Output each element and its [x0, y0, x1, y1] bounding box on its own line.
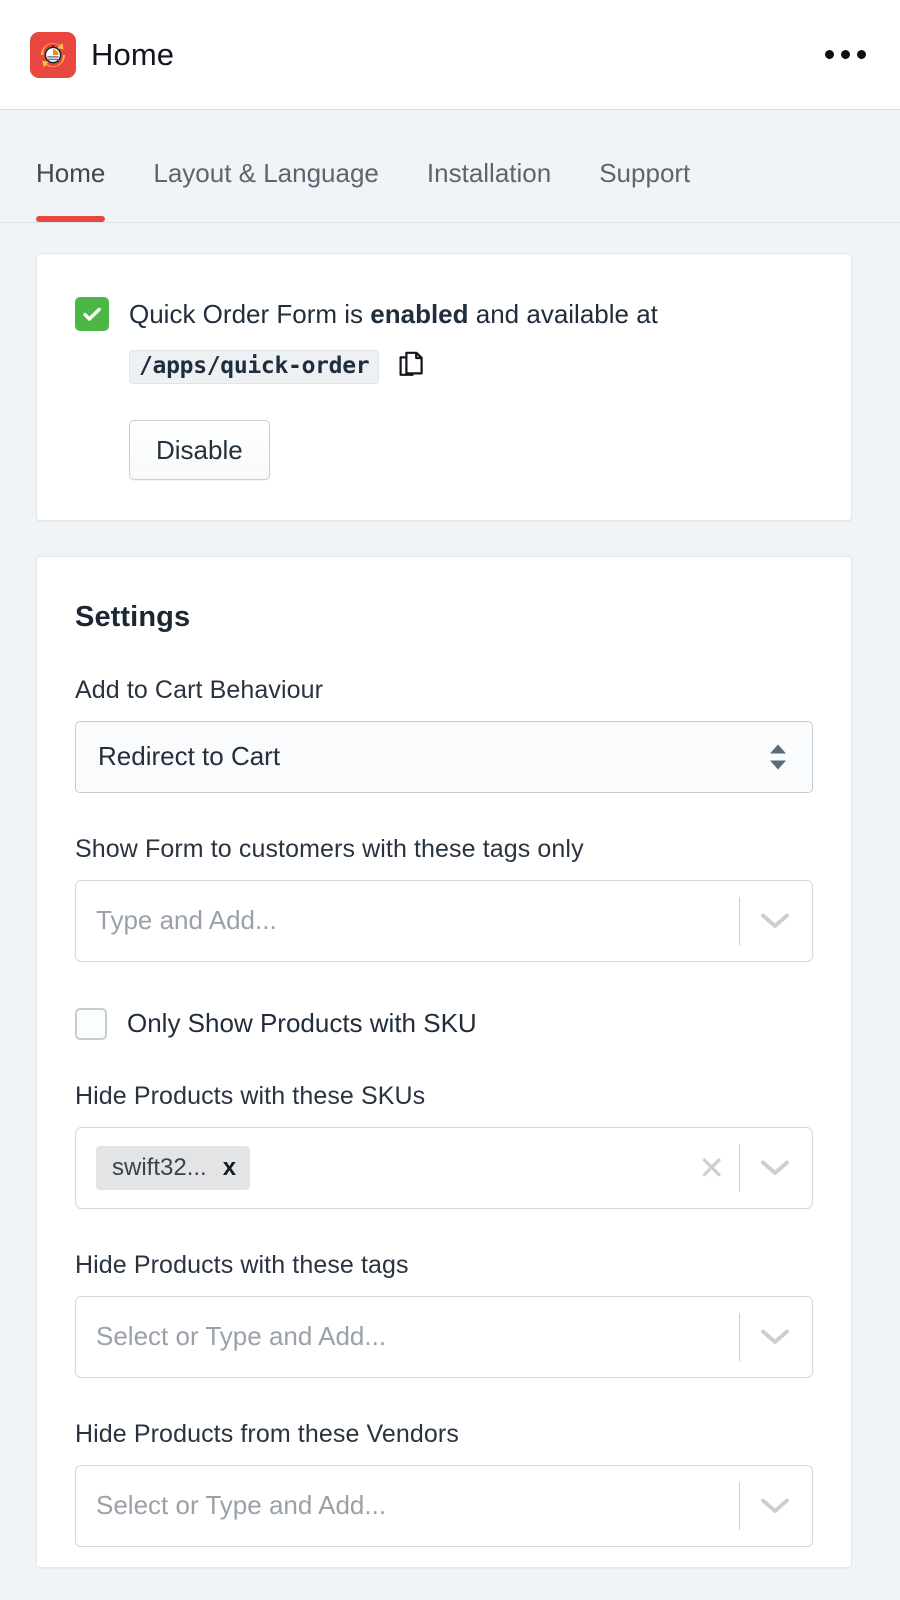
only-show-products-with-sku-row[interactable]: Only Show Products with SKU — [75, 1007, 813, 1040]
tag-indicators: ✕ — [684, 1128, 812, 1208]
tag-chip[interactable]: swift32... x — [96, 1145, 251, 1190]
triangle-down-icon — [770, 760, 786, 770]
tag-placeholder: Select or Type and Add... — [96, 1490, 387, 1521]
kebab-menu-icon[interactable] — [819, 42, 872, 67]
tab-layout-language[interactable]: Layout & Language — [129, 160, 403, 222]
hide-tags-select[interactable]: Select or Type and Add... — [75, 1295, 813, 1378]
kebab-dot — [825, 50, 834, 59]
add-to-cart-behaviour-select[interactable]: Redirect to Cart — [75, 720, 813, 793]
chevron-down-icon[interactable] — [740, 1159, 812, 1177]
tag-placeholder: Type and Add... — [96, 905, 277, 936]
customer-tags-select[interactable]: Type and Add... — [75, 879, 813, 962]
app-identity: Home — [30, 31, 819, 78]
tag-indicators — [739, 1297, 812, 1377]
field-customer-tags: Show Form to customers with these tags o… — [75, 835, 813, 962]
field-hide-skus: Hide Products with these SKUs swift32...… — [75, 1082, 813, 1209]
tab-label: Home — [36, 158, 106, 188]
tag-placeholder: Select or Type and Add... — [96, 1321, 387, 1352]
stepper-arrows-icon — [770, 744, 786, 770]
status-text-after: and available at — [475, 299, 658, 329]
checkbox-label: Only Show Products with SKU — [127, 1008, 477, 1039]
tab-label: Layout & Language — [153, 158, 379, 188]
page-title: Home — [91, 36, 175, 72]
field-hide-vendors: Hide Products from these Vendors Select … — [75, 1420, 813, 1547]
tag-chip-label: swift32... — [112, 1153, 207, 1181]
hide-vendors-select[interactable]: Select or Type and Add... — [75, 1464, 813, 1547]
field-label: Hide Products with these tags — [75, 1250, 409, 1279]
field-label: Show Form to customers with these tags o… — [75, 834, 584, 863]
status-banner-text: Quick Order Form is enabled and availabl… — [129, 294, 658, 335]
copy-icon[interactable] — [396, 349, 426, 386]
status-text-before: Quick Order Form is — [129, 299, 364, 329]
kebab-dot — [841, 50, 850, 59]
main-content: Quick Order Form is enabled and availabl… — [0, 223, 900, 1568]
disable-button[interactable]: Disable — [129, 419, 270, 480]
clear-x-icon[interactable]: ✕ — [684, 1152, 739, 1184]
tab-home[interactable]: Home — [30, 160, 129, 222]
app-url-row: /apps/quick-order — [129, 349, 658, 386]
settings-card: Settings Add to Cart Behaviour Redirect … — [36, 555, 852, 1568]
field-add-to-cart-behaviour: Add to Cart Behaviour Redirect to Cart — [75, 676, 813, 793]
triangle-up-icon — [770, 744, 786, 754]
only-sku-checkbox[interactable] — [75, 1007, 107, 1040]
tab-label: Support — [599, 158, 691, 188]
chevron-down-icon[interactable] — [740, 1497, 812, 1515]
hide-skus-select[interactable]: swift32... x ✕ — [75, 1126, 813, 1209]
status-banner-line: Quick Order Form is enabled and availabl… — [75, 294, 813, 480]
field-label: Hide Products with these SKUs — [75, 1081, 426, 1110]
tab-label: Installation — [426, 158, 552, 188]
chevron-down-icon[interactable] — [740, 912, 812, 930]
settings-title: Settings — [75, 600, 191, 633]
tab-support[interactable]: Support — [575, 160, 714, 222]
tab-bar: Home Layout & Language Installation Supp… — [0, 110, 900, 223]
field-label: Add to Cart Behaviour — [75, 675, 324, 704]
chip-remove-icon[interactable]: x — [223, 1155, 236, 1180]
chevron-down-icon[interactable] — [740, 1328, 812, 1346]
status-text-emphasis: enabled — [370, 299, 469, 329]
kebab-dot — [857, 50, 866, 59]
app-bar: Home — [0, 0, 900, 110]
quick-order-stopwatch-icon — [30, 31, 76, 78]
field-label: Hide Products from these Vendors — [75, 1419, 459, 1448]
status-banner-card: Quick Order Form is enabled and availabl… — [36, 253, 852, 521]
select-value: Redirect to Cart — [98, 741, 281, 772]
tab-installation[interactable]: Installation — [403, 160, 575, 222]
tag-indicators — [739, 881, 812, 961]
status-banner-body: Quick Order Form is enabled and availabl… — [129, 294, 658, 480]
check-badge-icon — [75, 297, 109, 331]
field-hide-tags: Hide Products with these tags Select or … — [75, 1251, 813, 1378]
tag-indicators — [739, 1466, 812, 1546]
app-url-code: /apps/quick-order — [129, 350, 380, 385]
